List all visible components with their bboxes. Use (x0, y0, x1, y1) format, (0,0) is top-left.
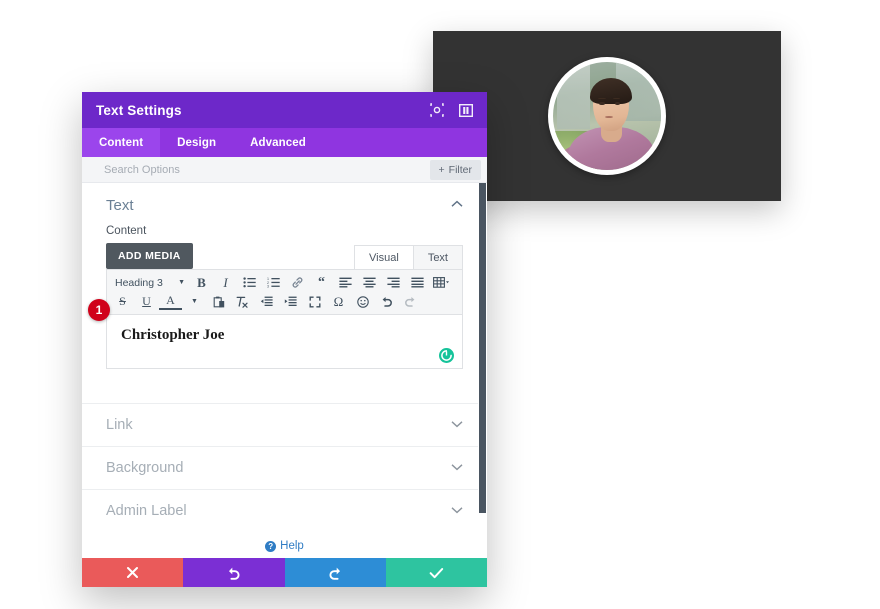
avatar-ring (548, 57, 666, 175)
modal-header: Text Settings (82, 92, 487, 128)
section-header-text[interactable]: Text (82, 183, 487, 223)
editor-text-value: Christopher Joe (121, 327, 225, 343)
special-character-icon[interactable]: Ω (327, 293, 350, 311)
undo-button[interactable] (183, 558, 285, 587)
redo-icon[interactable] (399, 293, 422, 311)
chevron-down-icon: ▼ (178, 279, 185, 286)
underline-icon[interactable]: U (135, 293, 158, 311)
align-left-icon[interactable] (334, 274, 357, 292)
layout-panel-icon[interactable] (458, 103, 473, 118)
align-justify-icon[interactable] (406, 274, 429, 292)
section-header-admin-label[interactable]: Admin Label (82, 489, 487, 532)
wysiwyg-editor: ADD MEDIA Visual Text Heading 3 ▼ B I 1 … (82, 243, 487, 369)
align-center-icon[interactable] (358, 274, 381, 292)
section-title-admin-label: Admin Label (106, 503, 187, 519)
strikethrough-icon[interactable]: S (111, 293, 134, 311)
editor-mode-tabs: Visual Text (354, 245, 463, 269)
settings-panel-body: Text Content ADD MEDIA Visual Text Headi… (82, 183, 487, 558)
photo-mouth (605, 116, 613, 118)
clear-formatting-icon[interactable] (231, 293, 254, 311)
numbered-list-icon[interactable]: 1 2 3 (262, 274, 285, 292)
toolbar-row-1: Heading 3 ▼ B I 1 2 3 “ (111, 273, 458, 292)
tab-visual[interactable]: Visual (354, 245, 414, 269)
avatar (553, 62, 661, 170)
tab-advanced[interactable]: Advanced (233, 128, 323, 157)
section-title-text: Text (106, 197, 134, 214)
help-label: Help (280, 540, 304, 552)
filter-button-label: Filter (448, 163, 472, 176)
redo-button[interactable] (284, 558, 386, 587)
chevron-down-icon (451, 506, 463, 517)
chevron-down-icon (451, 463, 463, 474)
paste-as-text-icon[interactable] (207, 293, 230, 311)
scrollbar-thumb[interactable] (479, 183, 486, 513)
toolbar-row-2: S U A ▼ Ω (111, 292, 458, 311)
content-field-label: Content (106, 225, 147, 237)
add-media-button[interactable]: ADD MEDIA (106, 243, 193, 269)
filter-button[interactable]: + Filter (429, 159, 481, 180)
text-settings-modal: Text Settings Content Design Advanced Se… (82, 92, 487, 587)
tab-text[interactable]: Text (412, 245, 463, 269)
section-title-link: Link (106, 417, 133, 433)
grammar-check-icon[interactable] (439, 348, 454, 363)
link-icon[interactable] (286, 274, 309, 292)
header-icon-group (429, 103, 473, 118)
align-right-icon[interactable] (382, 274, 405, 292)
increase-indent-icon[interactable] (279, 293, 302, 311)
editor-toolbar: Heading 3 ▼ B I 1 2 3 “ S U A ▼ Ω (106, 269, 463, 315)
photo-background-building-left (557, 62, 590, 129)
editor-content-area[interactable]: 1 Christopher Joe (88, 299, 463, 369)
help-link[interactable]: ? Help (82, 540, 487, 552)
tab-content[interactable]: Content (82, 128, 161, 157)
target-icon[interactable] (429, 103, 444, 118)
section-header-background[interactable]: Background (82, 446, 487, 489)
decrease-indent-icon[interactable] (255, 293, 278, 311)
editor-top-row: ADD MEDIA Visual Text (106, 243, 463, 269)
bold-icon[interactable]: B (190, 274, 213, 292)
modal-tabs: Content Design Advanced (82, 128, 487, 157)
save-button[interactable] (385, 558, 487, 587)
fullscreen-icon[interactable] (303, 293, 326, 311)
plus-icon: + (438, 163, 445, 176)
modal-action-bar (82, 558, 487, 587)
panel-scrollbar[interactable] (478, 183, 487, 558)
tab-design[interactable]: Design (160, 128, 233, 157)
section-header-link[interactable]: Link (82, 403, 487, 446)
format-select-label: Heading 3 (115, 276, 163, 289)
page-title: Text Settings (96, 102, 182, 118)
svg-text:3: 3 (267, 285, 269, 288)
cancel-button[interactable] (82, 558, 184, 587)
italic-icon[interactable]: I (214, 274, 237, 292)
chevron-up-icon (451, 200, 463, 211)
search-options-row: + Filter (82, 157, 487, 183)
bulleted-list-icon[interactable] (238, 274, 261, 292)
text-color-chevron-down-icon[interactable]: ▼ (183, 293, 206, 311)
emoji-icon[interactable] (351, 293, 374, 311)
undo-icon[interactable] (375, 293, 398, 311)
text-color-icon[interactable]: A (159, 293, 182, 310)
help-icon: ? (265, 540, 277, 552)
format-select[interactable]: Heading 3 ▼ (111, 277, 189, 289)
search-input[interactable] (102, 162, 430, 177)
step-badge-1: 1 (88, 299, 110, 321)
blockquote-icon[interactable]: “ (310, 274, 333, 292)
table-icon[interactable] (430, 274, 453, 292)
section-title-background: Background (106, 460, 184, 476)
chevron-down-icon (451, 420, 463, 431)
